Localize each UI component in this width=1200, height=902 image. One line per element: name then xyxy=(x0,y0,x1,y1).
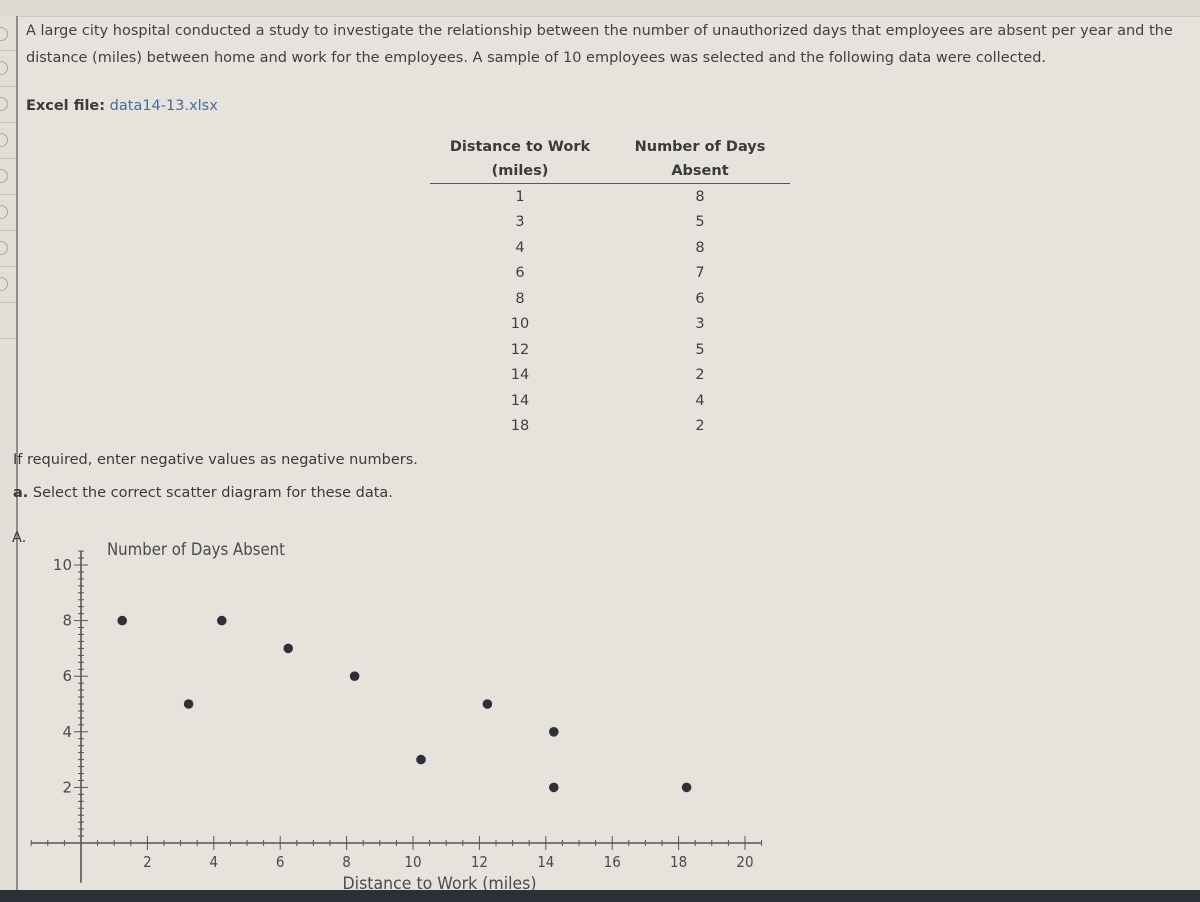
chart-axes xyxy=(31,551,762,883)
distance-cell: 14 xyxy=(510,392,530,409)
x-tick-label: 10 xyxy=(404,853,421,871)
excel-file-line: Excel file: data14-13.xlsx xyxy=(26,98,218,114)
x-tick-label: 8 xyxy=(342,853,351,871)
scatter-point xyxy=(681,782,692,793)
column-header-days-sub: Absent xyxy=(610,159,790,184)
distance-cell: 14 xyxy=(510,367,530,384)
x-tick-label: 4 xyxy=(210,853,219,871)
distance-cell: 12 xyxy=(510,341,530,358)
negative-values-note: If required, enter negative values as ne… xyxy=(13,452,418,468)
distance-cell: 1 xyxy=(515,188,525,205)
x-tick-label: 2 xyxy=(143,853,152,871)
table-row: 86 xyxy=(430,286,790,312)
distance-cell: 8 xyxy=(515,290,525,307)
scatter-point xyxy=(416,754,426,765)
table-row: 18 2 xyxy=(430,414,790,440)
distance-cell: 18 xyxy=(510,418,530,435)
chart-labels: 2 4 6 8 10 12 14 16 18 20 2 4 6 8 10 Number of Days Abs… xyxy=(53,540,754,890)
scatter-point xyxy=(217,615,227,626)
x-tick-label: 16 xyxy=(604,853,621,871)
distance-cell: 4 xyxy=(515,239,525,256)
bottom-bar xyxy=(0,890,1200,902)
excel-file-label: Excel file: xyxy=(26,98,106,114)
distance-cell: 6 xyxy=(515,265,525,282)
x-tick-label: 20 xyxy=(736,853,753,871)
x-tick-label: 14 xyxy=(537,853,554,871)
table-row: 35 xyxy=(430,210,790,236)
x-tick-label: 6 xyxy=(276,853,285,871)
scatter-point xyxy=(183,699,194,709)
data-table: Distance to Work Number of Days (miles) … xyxy=(430,134,790,439)
question-a: a. Select the correct scatter diagram fo… xyxy=(13,485,393,501)
chart-ticks xyxy=(30,550,763,850)
question-content: A large city hospital conducted a study … xyxy=(0,0,1200,902)
days-cell: 5 xyxy=(695,214,705,231)
y-tick-label: 8 xyxy=(62,612,72,630)
x-tick-label: 18 xyxy=(670,853,687,871)
days-cell: 6 xyxy=(695,290,705,307)
column-header-days: Number of Days xyxy=(634,138,766,155)
y-tick-label: 4 xyxy=(62,723,72,741)
days-cell: 8 xyxy=(695,188,705,205)
y-tick-label: 10 xyxy=(53,556,72,574)
table-row: 48 xyxy=(430,235,790,261)
table-row: 12 5 xyxy=(430,337,790,363)
scatter-point xyxy=(482,699,493,709)
days-cell: 7 xyxy=(695,265,705,282)
question-a-text: Select the correct scatter diagram for t… xyxy=(28,485,393,501)
days-cell: 3 xyxy=(695,316,705,333)
scatter-diagram-option-a[interactable]: 2 4 6 8 10 12 14 16 18 20 2 4 6 8 10 Number of Days Abs… xyxy=(0,530,800,890)
y-tick-label: 6 xyxy=(62,667,72,685)
chart-points xyxy=(117,615,692,793)
scatter-point xyxy=(549,782,559,793)
table-row: 14 2 xyxy=(430,363,790,389)
scatter-point xyxy=(349,671,360,681)
excel-file-link[interactable]: data14-13.xlsx xyxy=(110,98,218,114)
table-row: 67 xyxy=(430,261,790,287)
days-cell: 8 xyxy=(695,239,705,256)
x-axis-title: Distance to Work (miles) xyxy=(343,874,537,890)
distance-cell: 10 xyxy=(510,316,530,333)
days-cell: 4 xyxy=(695,392,705,409)
x-tick-label: 12 xyxy=(471,853,488,871)
table-row: 18 xyxy=(430,184,790,210)
y-tick-label: 2 xyxy=(62,778,72,796)
days-cell: 5 xyxy=(695,341,705,358)
column-header-distance: Distance to Work xyxy=(449,138,591,155)
table-row: 10 3 xyxy=(430,312,790,338)
scatter-point xyxy=(549,727,559,737)
days-cell: 2 xyxy=(695,367,705,384)
problem-statement: A large city hospital conducted a study … xyxy=(26,23,1173,66)
table-row: 14 4 xyxy=(430,388,790,414)
scatter-point xyxy=(283,643,294,654)
question-a-prefix: a. xyxy=(13,485,29,501)
days-cell: 2 xyxy=(695,418,705,435)
scatter-point xyxy=(117,615,127,626)
distance-cell: 3 xyxy=(515,214,525,231)
column-header-distance-unit: (miles) xyxy=(430,159,610,184)
y-axis-title: Number of Days Absent xyxy=(107,540,285,560)
